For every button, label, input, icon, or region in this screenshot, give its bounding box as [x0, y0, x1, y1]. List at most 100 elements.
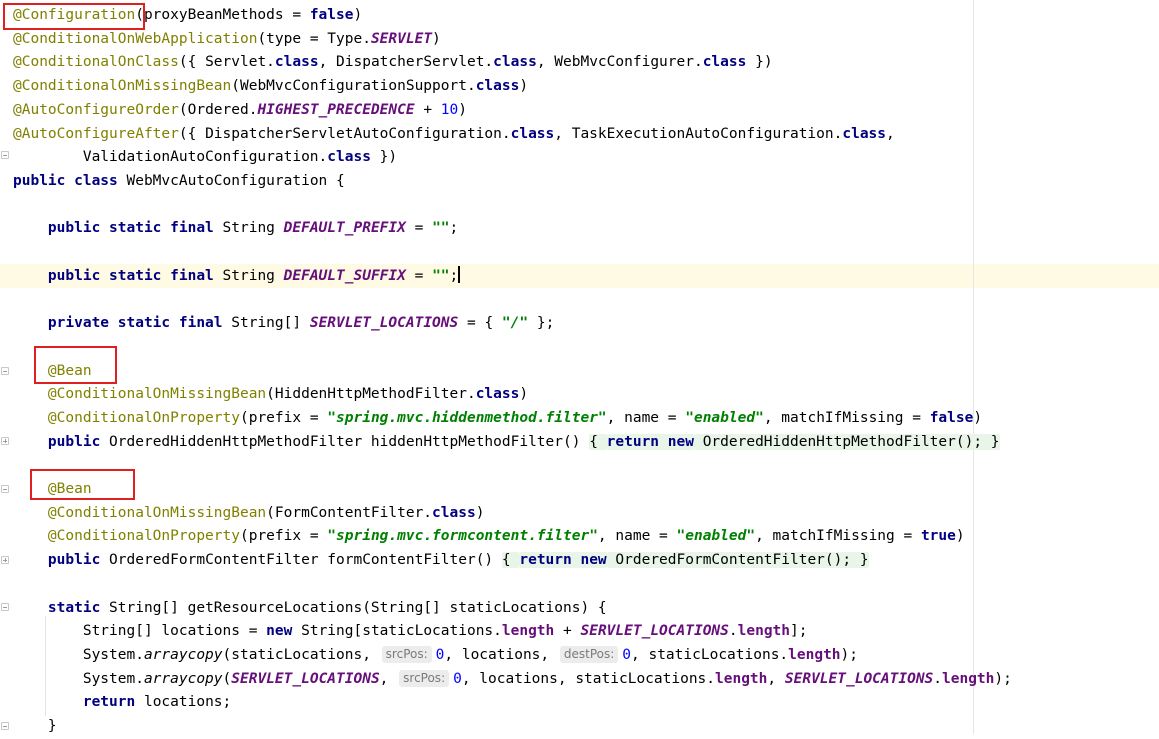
code-token: String[] getResourceLocations(String[] s… [100, 599, 607, 616]
code-token: String [213, 267, 284, 284]
code-token: @ConditionalOnMissingBean [13, 78, 232, 95]
code-token: "spring.mvc.hiddenmethod.filter" [327, 409, 607, 426]
code-token: , name = [606, 409, 686, 426]
code-line[interactable]: } [13, 715, 57, 739]
code-token: + [554, 623, 581, 640]
code-token: @ConditionalOnWebApplication [13, 30, 258, 47]
code-token: = [405, 220, 433, 237]
code-token: (proxyBeanMethods = [135, 7, 310, 23]
folded-code[interactable]: return new [519, 552, 607, 569]
code-token: class [510, 125, 555, 142]
code-token: @ConditionalOnClass [13, 54, 179, 71]
folded-code[interactable]: { [501, 552, 520, 569]
code-token: DEFAULT_SUFFIX [283, 267, 406, 284]
highlight-box-bean-2 [30, 469, 135, 500]
folded-code[interactable]: OrderedHiddenHttpMethodFilter(); } [693, 433, 1000, 450]
code-line[interactable]: private static final String[] SERVLET_LO… [13, 312, 554, 336]
code-token: class [432, 504, 476, 521]
code-token: (prefix = [239, 409, 328, 426]
code-line[interactable]: public OrderedFormContentFilter formCont… [13, 549, 869, 573]
code-token: ({ DispatcherServletAutoConfiguration. [178, 125, 511, 142]
code-line[interactable]: @ConditionalOnWebApplication(type = Type… [13, 28, 441, 52]
code-line[interactable]: @ConditionalOnClass({ Servlet.class, Dis… [13, 51, 773, 75]
parameter-hint: srcPos: [381, 645, 432, 663]
fold-plus-icon[interactable] [1, 437, 9, 445]
code-line[interactable]: @AutoConfigureOrder(Ordered.HIGHEST_PREC… [13, 99, 467, 123]
code-token: . [728, 623, 738, 640]
code-token: length [715, 670, 768, 687]
code-token: length [788, 646, 841, 663]
code-token: System. [13, 646, 144, 663]
code-token: 10 [440, 101, 459, 118]
code-token: ); [994, 670, 1012, 687]
code-line[interactable]: @ConditionalOnMissingBean(WebMvcConfigur… [13, 75, 528, 99]
folded-code[interactable]: OrderedFormContentFilter(); } [606, 552, 869, 569]
fold-minus-icon[interactable] [1, 485, 9, 493]
fold-minus-icon[interactable] [1, 722, 9, 730]
code-token: "enabled" [685, 409, 764, 426]
code-token: String[] [222, 315, 310, 332]
folded-code[interactable]: { [589, 433, 607, 450]
code-token: ValidationAutoConfiguration. [13, 149, 328, 166]
code-token: class [327, 149, 371, 166]
code-token: length [737, 623, 791, 640]
code-token: , [767, 670, 785, 687]
code-token: , matchIfMissing = [763, 409, 930, 426]
code-line[interactable]: public static final String DEFAULT_SUFFI… [13, 265, 460, 289]
code-token: SERVLET_LOCATIONS [784, 670, 934, 687]
code-token: OrderedFormContentFilter formContentFilt… [100, 552, 502, 569]
code-line[interactable]: System.arraycopy(staticLocations, srcPos… [13, 644, 858, 668]
code-line[interactable]: return locations; [13, 691, 231, 715]
right-margin-guide [973, 0, 974, 734]
code-token: static [47, 599, 101, 616]
code-line[interactable]: @ConditionalOnMissingBean(HiddenHttpMeth… [13, 383, 528, 407]
code-line[interactable]: public class WebMvcAutoConfiguration { [13, 170, 345, 194]
code-token: ) [458, 101, 467, 118]
code-line[interactable]: System.arraycopy(SERVLET_LOCATIONS, srcP… [13, 668, 1012, 692]
code-token: @ConditionalOnProperty [47, 528, 240, 545]
code-line[interactable]: ValidationAutoConfiguration.class }) [13, 146, 397, 170]
code-token: @ConditionalOnMissingBean [47, 386, 267, 403]
code-line[interactable]: @AutoConfigureAfter({ DispatcherServletA… [13, 123, 895, 147]
code-line[interactable]: public static final String DEFAULT_PREFI… [13, 217, 458, 241]
code-line[interactable]: @ConditionalOnMissingBean(FormContentFil… [13, 502, 485, 526]
code-token: @AutoConfigureAfter [13, 125, 179, 142]
code-token: class [702, 54, 747, 71]
code-token: class [475, 78, 520, 95]
code-token: ( [222, 670, 232, 687]
fold-minus-icon[interactable] [1, 367, 9, 375]
code-token: class [842, 125, 887, 142]
code-line[interactable]: @ConditionalOnProperty(prefix = "spring.… [13, 525, 965, 549]
folded-code[interactable]: return new [606, 433, 694, 450]
code-token: } [13, 718, 57, 734]
code-line[interactable]: String[] locations = new String[staticLo… [13, 620, 808, 644]
code-token: , name = [597, 528, 677, 545]
code-token: false [309, 7, 354, 23]
code-token: DEFAULT_PREFIX [283, 220, 406, 237]
code-line[interactable]: public OrderedHiddenHttpMethodFilter hid… [13, 431, 1000, 455]
code-token: SERVLET_LOCATIONS [580, 623, 729, 640]
code-line[interactable]: @ConditionalOnProperty(prefix = "spring.… [13, 407, 982, 431]
code-editor[interactable]: @Configuration(proxyBeanMethods = false)… [0, 0, 1159, 734]
code-token: class [475, 386, 520, 403]
code-token: private static final [47, 315, 223, 332]
code-token: @ConditionalOnMissingBean [47, 504, 267, 521]
highlight-box-bean-1 [34, 346, 117, 384]
fold-minus-icon[interactable] [1, 603, 9, 611]
fold-plus-icon[interactable] [1, 556, 9, 564]
code-token: String [213, 220, 284, 237]
code-token: class [274, 54, 319, 71]
fold-minus-icon[interactable] [1, 151, 9, 159]
code-token: class [493, 54, 537, 71]
code-token: length [501, 623, 555, 640]
code-token: false [929, 409, 974, 426]
code-line[interactable]: static String[] getResourceLocations(Str… [13, 597, 607, 621]
code-token: , TaskExecutionAutoConfiguration. [554, 125, 843, 142]
